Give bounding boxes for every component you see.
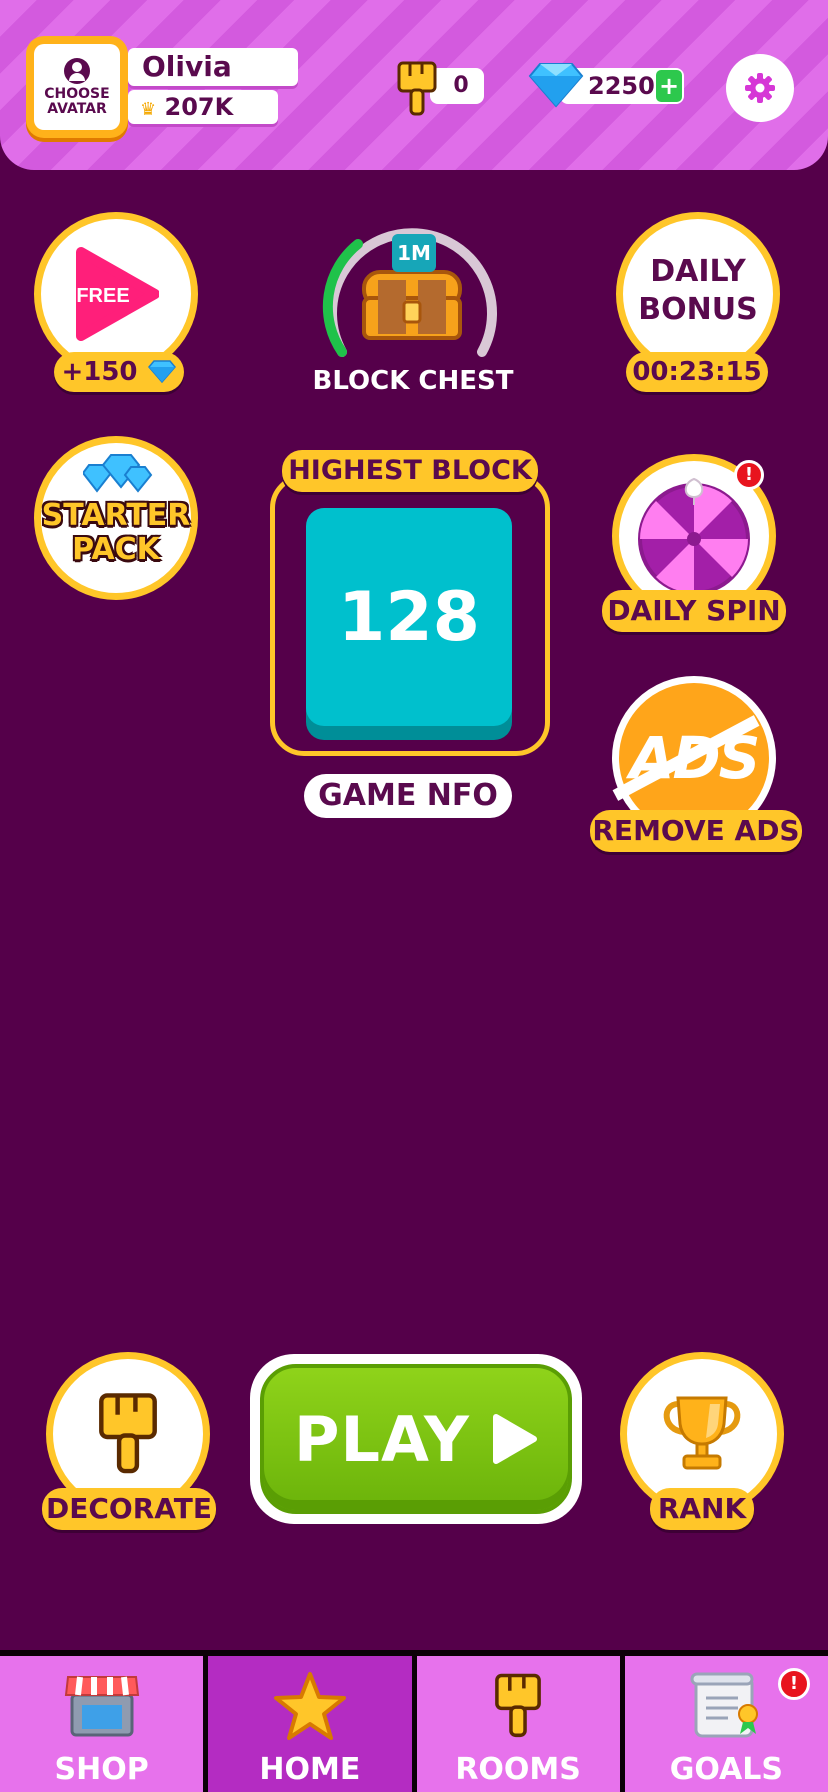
- nav-home[interactable]: HOME: [208, 1656, 412, 1792]
- goals-alert-badge: !: [778, 1668, 810, 1700]
- play-button[interactable]: PLAY: [250, 1354, 582, 1524]
- treasure-chest-icon: [362, 270, 462, 340]
- no-ads-icon: ADS: [612, 715, 760, 801]
- nav-shop[interactable]: SHOP: [0, 1656, 204, 1792]
- nav-home-label: HOME: [259, 1752, 361, 1787]
- buy-gems-button[interactable]: +: [656, 70, 682, 102]
- choose-avatar-button[interactable]: CHOOSE AVATAR: [26, 36, 128, 138]
- gear-icon: [745, 73, 775, 103]
- nav-shop-label: SHOP: [54, 1752, 149, 1787]
- player-score: ♛ 207K: [128, 90, 278, 124]
- user-icon: [64, 57, 90, 84]
- player-name: Olivia: [128, 48, 298, 86]
- free-reward-tag: +150: [54, 352, 184, 392]
- spin-wheel-icon: [638, 477, 750, 595]
- remove-ads-label: REMOVE ADS: [590, 810, 802, 852]
- starter-pack-button[interactable]: STARTER PACK: [34, 436, 198, 600]
- highest-block-tile: 128: [306, 508, 512, 726]
- daily-bonus-label-line2: BONUS: [638, 292, 758, 327]
- diamonds-icon: [83, 454, 153, 493]
- daily-spin-label: DAILY SPIN: [602, 590, 786, 632]
- trophy-icon: [663, 1396, 741, 1470]
- nav-rooms[interactable]: ROOMS: [416, 1656, 620, 1792]
- diamond-icon: [528, 63, 584, 108]
- starter-pack-line1: STARTER: [41, 498, 191, 533]
- play-label: PLAY: [294, 1402, 470, 1476]
- block-chest-target: 1M: [392, 234, 436, 272]
- block-chest-label: BLOCK CHEST: [312, 366, 514, 396]
- brush-icon: [99, 1393, 157, 1474]
- bottom-nav: SHOP HOME ROOMS GOALS !: [0, 1650, 828, 1792]
- highest-block-value: 128: [338, 577, 480, 657]
- brush-counter: 0: [430, 68, 484, 104]
- game-info-button[interactable]: GAME NFO: [304, 774, 512, 818]
- starter-pack-line2: PACK: [72, 532, 160, 567]
- daily-bonus-label-line1: DAILY: [650, 254, 746, 289]
- highest-block-label: HIGHEST BLOCK: [282, 450, 538, 492]
- player-score-value: 207K: [164, 93, 234, 121]
- daily-bonus-timer: 00:23:15: [626, 352, 768, 392]
- shop-icon: [64, 1676, 139, 1737]
- scroll-icon: [690, 1672, 759, 1738]
- play-video-icon: FREE: [76, 247, 159, 341]
- decorate-label: DECORATE: [42, 1488, 216, 1530]
- settings-button[interactable]: [726, 54, 794, 122]
- block-chest-button[interactable]: [320, 210, 504, 360]
- crown-icon: ♛: [140, 99, 157, 120]
- star-icon: [273, 1672, 346, 1740]
- nav-goals[interactable]: GOALS !: [624, 1656, 828, 1792]
- daily-spin-alert-badge: !: [734, 460, 764, 490]
- play-arrow-icon: [492, 1414, 537, 1464]
- free-reward-value: +150: [61, 357, 138, 387]
- nav-goals-label: GOALS: [669, 1752, 783, 1787]
- diamond-icon: [147, 360, 176, 384]
- brush-icon: [495, 1673, 541, 1738]
- free-label: FREE: [76, 285, 129, 307]
- rank-label: RANK: [650, 1488, 754, 1530]
- choose-avatar-label: CHOOSE AVATAR: [44, 85, 110, 117]
- brush-icon: [397, 61, 437, 116]
- nav-rooms-label: ROOMS: [455, 1752, 581, 1787]
